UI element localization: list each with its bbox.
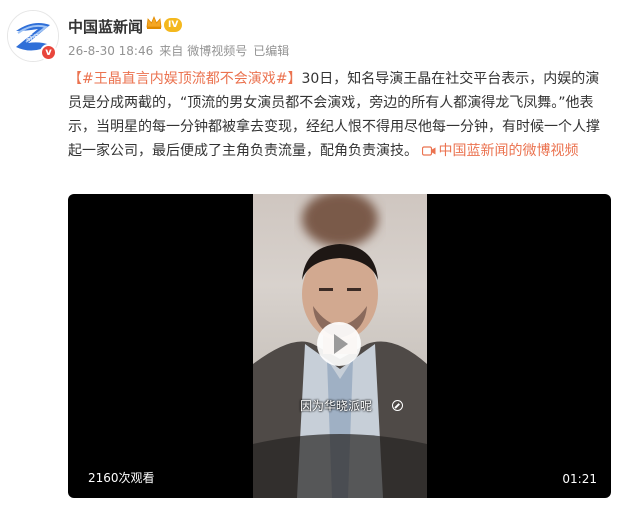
- avatar-text: 新闻: [26, 33, 40, 42]
- topic-link[interactable]: 【#王晶直言内娱顶流都不会演戏#】: [68, 71, 301, 87]
- post-date: 26-8-30 18:46: [68, 44, 154, 58]
- post-meta: 26-8-30 18:46 来自 微博视频号 已编辑: [68, 42, 295, 59]
- account-name[interactable]: 中国蓝新闻: [68, 16, 143, 37]
- video-subtitle: 因为华晓派呢: [300, 399, 373, 413]
- view-count: 2160次观看: [88, 471, 155, 485]
- source-prefix: 来自: [159, 44, 184, 58]
- video-link-icon: [422, 146, 436, 156]
- block-icon: [392, 400, 403, 411]
- play-button[interactable]: [317, 322, 361, 366]
- level-badge: IV: [164, 18, 183, 32]
- video-link-label: 中国蓝新闻的微博视频: [438, 143, 579, 159]
- video-source-link[interactable]: 中国蓝新闻的微博视频: [422, 143, 578, 159]
- verified-badge-icon: v: [40, 44, 57, 61]
- crown-icon: [146, 15, 162, 29]
- post-text: 【#王晶直言内娱顶流都不会演戏#】30日，知名导演王晶在社交平台表示，内娱的演员…: [68, 67, 608, 163]
- video-duration: 01:21: [562, 472, 597, 486]
- source-link[interactable]: 微博视频号: [187, 44, 247, 58]
- edited-label: 已编辑: [253, 44, 290, 58]
- video-player[interactable]: 因为华晓派呢 2160次观看 01:21: [68, 194, 611, 498]
